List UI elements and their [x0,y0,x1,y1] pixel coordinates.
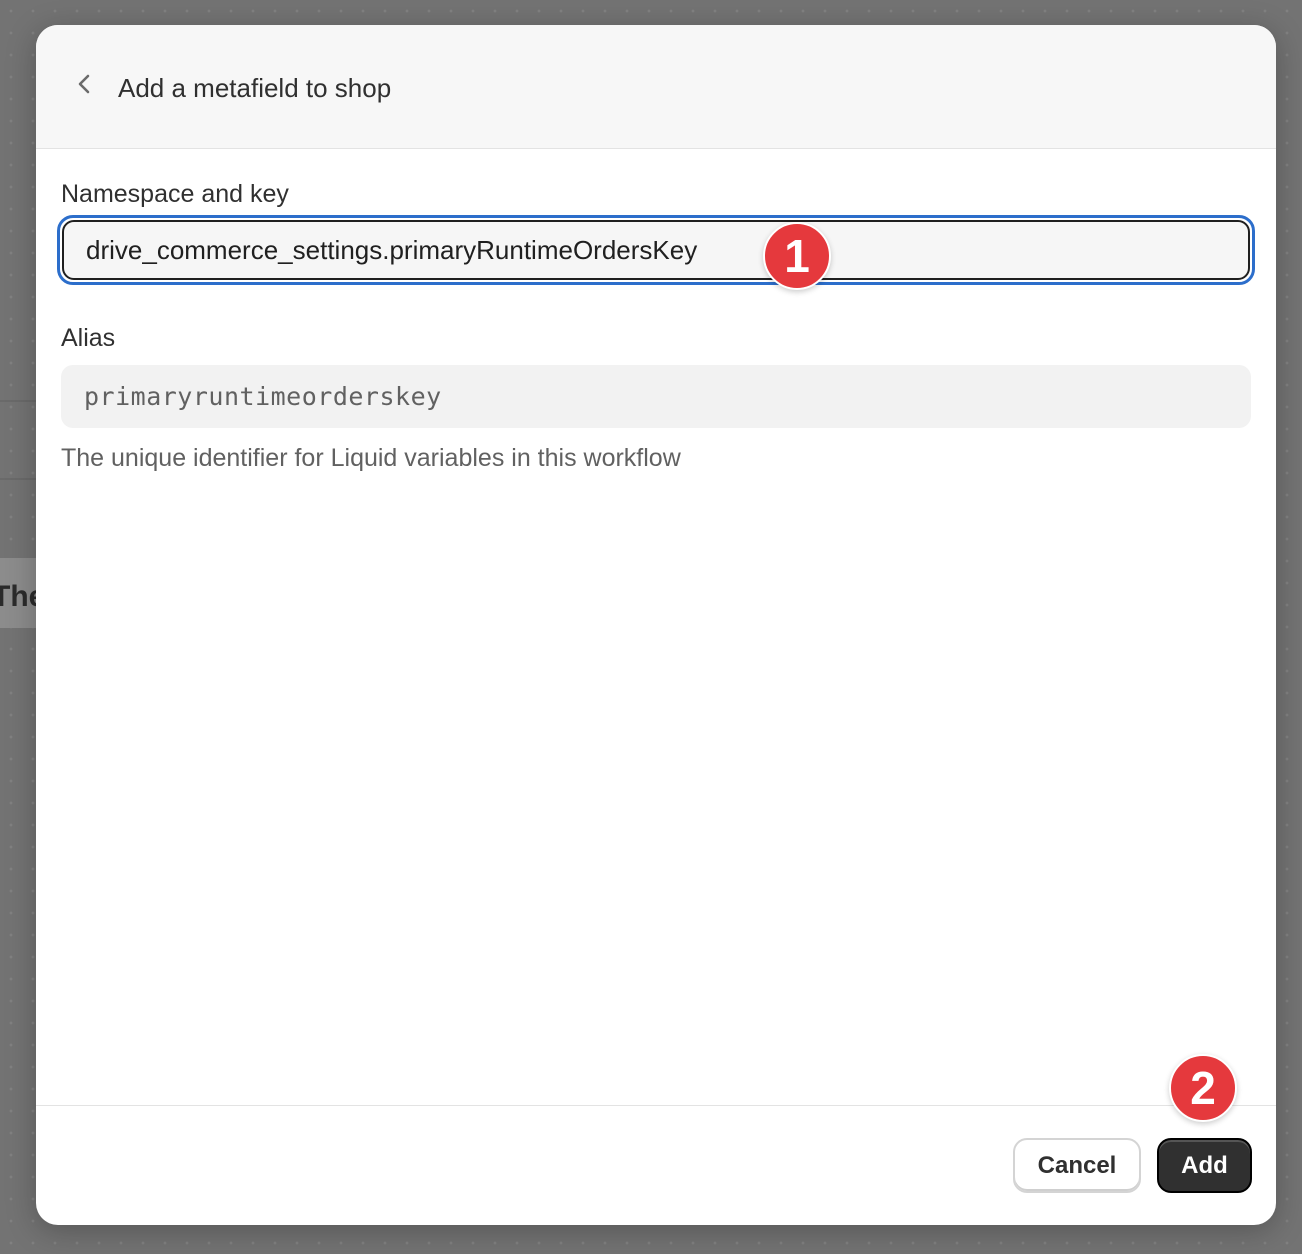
step-badge-1: 1 [763,222,831,290]
chevron-left-icon [75,72,95,101]
background-divider [0,400,40,402]
background-divider [0,478,40,480]
add-metafield-dialog: Add a metafield to shop Namespace and ke… [36,25,1276,1225]
back-button[interactable] [66,67,104,105]
background-card-text: The [0,580,40,613]
namespace-key-focus-ring [57,215,1255,285]
alias-field: primaryruntimeorderskey [61,365,1251,428]
add-button[interactable]: Add [1157,1138,1252,1193]
alias-value: primaryruntimeorderskey [84,382,442,411]
footer-divider [36,1105,1276,1106]
namespace-key-input[interactable] [62,220,1250,280]
alias-label: Alias [61,324,116,352]
background-card: The [0,558,40,628]
alias-help-text: The unique identifier for Liquid variabl… [61,444,681,472]
dialog-title: Add a metafield to shop [118,73,392,103]
cancel-button[interactable]: Cancel [1013,1138,1141,1193]
namespace-key-label: Namespace and key [61,180,289,208]
dialog-header: Add a metafield to shop [36,25,1276,149]
step-badge-2: 2 [1169,1054,1237,1122]
